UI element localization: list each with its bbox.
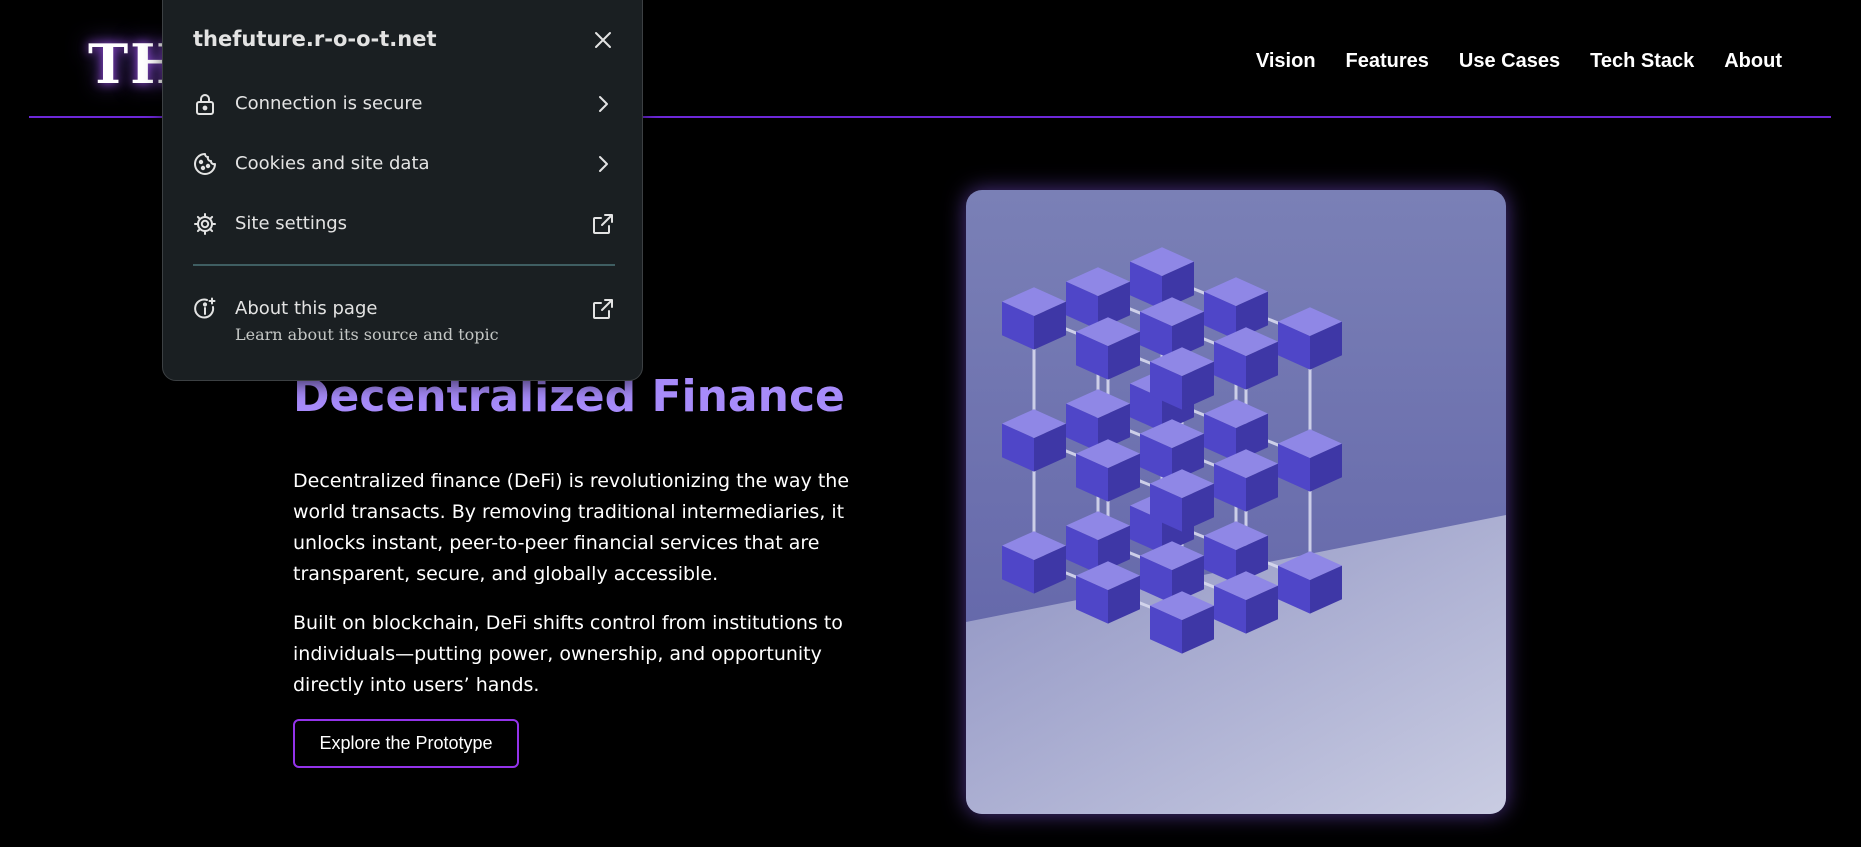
explore-prototype-button[interactable]: Explore the Prototype: [293, 719, 519, 768]
site-info-popup: thefuture.r-o-o-t.net Connection is secu…: [162, 0, 643, 381]
hero-paragraph-1: Decentralized finance (DeFi) is revoluti…: [293, 470, 850, 585]
blockchain-cube-lattice-image: [966, 190, 1506, 814]
connection-secure-item[interactable]: Connection is secure: [193, 84, 615, 124]
nav-about[interactable]: About: [1724, 50, 1782, 73]
hero-paragraph-2: Built on blockchain, DeFi shifts control…: [293, 612, 843, 696]
info-sparkle-icon: [194, 297, 216, 319]
chevron-right-icon: [599, 96, 608, 112]
popup-host: thefuture.r-o-o-t.net: [193, 27, 437, 51]
gear-icon: [194, 213, 216, 235]
popup-divider: [193, 264, 615, 266]
main-nav: Vision Features Use Cases Tech Stack Abo…: [1256, 50, 1782, 73]
site-settings-item[interactable]: Site settings: [193, 204, 615, 244]
about-this-page-sublabel: Learn about its source and topic: [235, 325, 499, 344]
lock-icon: [196, 94, 214, 115]
nav-vision[interactable]: Vision: [1256, 50, 1316, 73]
close-icon[interactable]: [592, 29, 614, 51]
cookie-icon: [194, 153, 216, 175]
site-settings-label: Site settings: [235, 213, 348, 234]
chevron-right-icon: [599, 156, 608, 172]
about-this-page-label: About this page: [235, 298, 378, 319]
connection-secure-label: Connection is secure: [235, 93, 423, 114]
nav-use-cases[interactable]: Use Cases: [1459, 50, 1560, 73]
page: THE FUTURE Vision Features Use Cases Tec…: [0, 0, 1861, 847]
external-link-icon: [593, 299, 613, 319]
about-this-page-item[interactable]: About this page Learn about its source a…: [193, 289, 615, 349]
nav-features[interactable]: Features: [1346, 50, 1429, 73]
cookies-site-data-label: Cookies and site data: [235, 153, 430, 174]
external-link-icon: [593, 214, 613, 234]
cookies-site-data-item[interactable]: Cookies and site data: [193, 144, 615, 184]
nav-tech-stack[interactable]: Tech Stack: [1590, 50, 1694, 73]
